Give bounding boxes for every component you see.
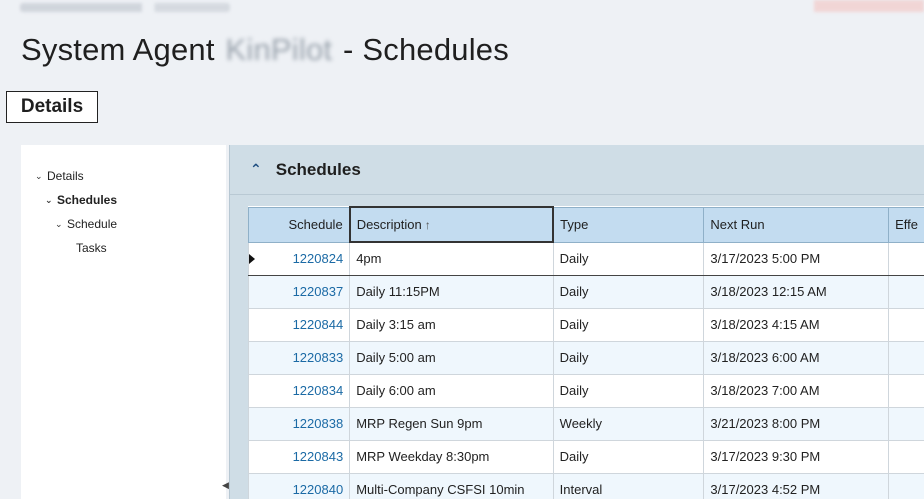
table-row[interactable]: 1220840 Multi-Company CSFSI 10min Interv…: [247, 472, 924, 499]
description-cell[interactable]: 4pm: [349, 241, 554, 276]
tree-item-label: Schedule: [67, 217, 118, 231]
next-run-cell[interactable]: 3/17/2023 9:30 PM: [703, 439, 890, 474]
description-cell[interactable]: Daily 6:00 am: [349, 373, 554, 408]
effective-cell[interactable]: [888, 472, 924, 499]
table-row[interactable]: 1220833 Daily 5:00 am Daily 3/18/2023 6:…: [247, 340, 924, 375]
type-cell[interactable]: Daily: [552, 274, 705, 309]
column-header-description[interactable]: Description ↑: [348, 206, 555, 243]
effective-cell[interactable]: [888, 439, 924, 474]
column-header-next-run[interactable]: Next Run: [703, 206, 890, 243]
next-run-cell[interactable]: 3/17/2023 4:52 PM: [703, 472, 890, 499]
column-header-schedule[interactable]: Schedule: [247, 206, 351, 243]
type-cell[interactable]: Daily: [552, 439, 705, 474]
table-row[interactable]: 1220843 MRP Weekday 8:30pm Daily 3/17/20…: [247, 439, 924, 474]
description-cell[interactable]: Daily 3:15 am: [349, 307, 554, 342]
schedule-id-link[interactable]: 1220844: [247, 307, 351, 342]
type-cell[interactable]: Weekly: [552, 406, 705, 441]
column-header-effective[interactable]: Effe: [888, 206, 924, 243]
table-row[interactable]: 1220844 Daily 3:15 am Daily 3/18/2023 4:…: [247, 307, 924, 342]
effective-cell[interactable]: [888, 307, 924, 342]
navigation-tree: ⌄ Details ⌄ Schedules ⌄ Schedule Tasks: [21, 145, 226, 499]
table-row[interactable]: 1220837 Daily 11:15PM Daily 3/18/2023 12…: [247, 274, 924, 309]
effective-cell[interactable]: [888, 340, 924, 375]
description-cell[interactable]: Daily 5:00 am: [349, 340, 554, 375]
current-row-icon: [249, 253, 255, 264]
tree-item-tasks[interactable]: Tasks: [76, 240, 107, 256]
page-title-prefix: System Agent: [21, 32, 215, 67]
schedule-id-link[interactable]: 1220840: [247, 472, 351, 499]
next-run-cell[interactable]: 3/21/2023 8:00 PM: [703, 406, 890, 441]
schedules-table: Schedule Description ↑ Type Next Run Effe…: [247, 206, 924, 499]
tree-item-schedules[interactable]: ⌄ Schedules: [45, 192, 117, 208]
schedule-id-link[interactable]: 1220843: [247, 439, 351, 474]
description-cell[interactable]: Multi-Company CSFSI 10min: [349, 472, 554, 499]
type-cell[interactable]: Daily: [552, 373, 705, 408]
type-cell[interactable]: Daily: [552, 307, 705, 342]
chevron-up-icon[interactable]: ⌃: [250, 161, 262, 178]
user-menu[interactable]: [814, 0, 924, 12]
next-run-cell[interactable]: 3/18/2023 4:15 AM: [703, 307, 890, 342]
table-header-row: Schedule Description ↑ Type Next Run Effe: [247, 206, 924, 243]
page-title-redacted: KinPilot: [225, 32, 333, 67]
schedule-id-link[interactable]: 1220824: [247, 241, 351, 276]
breadcrumb[interactable]: [20, 3, 230, 12]
table-row[interactable]: 1220838 MRP Regen Sun 9pm Weekly 3/21/20…: [247, 406, 924, 441]
table-row[interactable]: 1220834 Daily 6:00 am Daily 3/18/2023 7:…: [247, 373, 924, 408]
panel-header[interactable]: ⌃ Schedules: [230, 145, 924, 195]
effective-cell[interactable]: [888, 373, 924, 408]
sort-ascending-icon: ↑: [424, 218, 431, 232]
chevron-down-icon[interactable]: ⌄: [45, 195, 53, 206]
next-run-cell[interactable]: 3/18/2023 7:00 AM: [703, 373, 890, 408]
effective-cell[interactable]: [888, 406, 924, 441]
effective-cell[interactable]: [888, 241, 924, 276]
effective-cell[interactable]: [888, 274, 924, 309]
panel-title: Schedules: [275, 159, 361, 179]
schedule-id-link[interactable]: 1220834: [247, 373, 351, 408]
column-header-label: Description: [356, 217, 422, 232]
chevron-down-icon[interactable]: ⌄: [35, 171, 43, 182]
schedule-id-link[interactable]: 1220833: [247, 340, 351, 375]
type-cell[interactable]: Daily: [552, 340, 705, 375]
tree-item-label: Tasks: [76, 241, 107, 255]
details-tab[interactable]: Details: [6, 91, 98, 123]
description-cell[interactable]: MRP Regen Sun 9pm: [349, 406, 554, 441]
page-title: System Agent KinPilot - Schedules: [21, 32, 509, 68]
table-row[interactable]: 1220824 4pm Daily 3/17/2023 5:00 PM: [247, 241, 924, 276]
schedule-id-link[interactable]: 1220838: [247, 406, 351, 441]
description-cell[interactable]: MRP Weekday 8:30pm: [349, 439, 554, 474]
description-cell[interactable]: Daily 11:15PM: [349, 274, 554, 309]
next-run-cell[interactable]: 3/18/2023 12:15 AM: [703, 274, 890, 309]
column-header-type[interactable]: Type: [552, 206, 705, 243]
tree-item-label: Details: [47, 169, 84, 183]
tree-item-details[interactable]: ⌄ Details: [35, 168, 84, 184]
tree-item-label: Schedules: [57, 193, 118, 207]
schedules-panel: ⌃ Schedules Schedule Description ↑ Type N…: [229, 145, 924, 499]
next-run-cell[interactable]: 3/18/2023 6:00 AM: [703, 340, 890, 375]
type-cell[interactable]: Daily: [552, 241, 705, 276]
page-title-suffix: - Schedules: [343, 32, 509, 67]
tree-item-schedule[interactable]: ⌄ Schedule: [55, 216, 117, 232]
scroll-left-icon[interactable]: ◀: [222, 480, 229, 491]
type-cell[interactable]: Interval: [552, 472, 705, 499]
schedule-id-link[interactable]: 1220837: [247, 274, 351, 309]
top-bar: [0, 0, 924, 18]
next-run-cell[interactable]: 3/17/2023 5:00 PM: [703, 241, 890, 276]
schedule-id: 1220824: [292, 251, 344, 266]
chevron-down-icon[interactable]: ⌄: [55, 219, 63, 230]
